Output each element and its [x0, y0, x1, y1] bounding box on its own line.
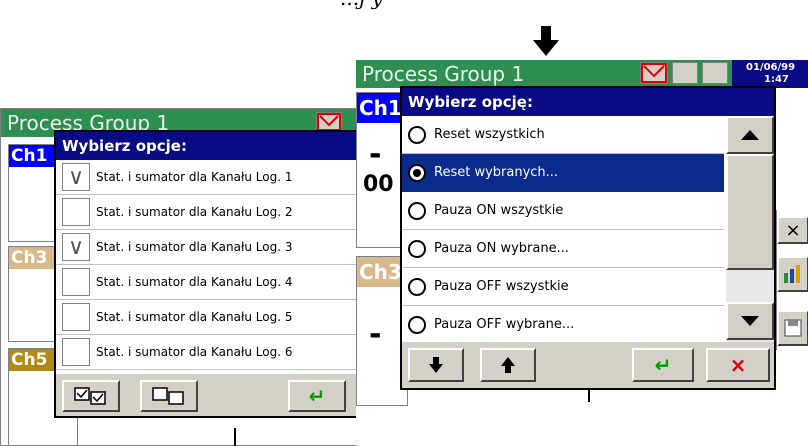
cancel-button[interactable]: ×	[706, 348, 770, 382]
list-item-label: Reset wybranych...	[434, 165, 559, 180]
status-button[interactable]	[702, 62, 728, 84]
right-dialog-button-bar: ↵ ×	[402, 342, 774, 388]
date-time-display: 01/06/99 1:47	[732, 60, 808, 88]
list-item[interactable]: Pauza ON wybrane...	[402, 230, 724, 268]
deselect-all-button[interactable]	[140, 380, 198, 412]
arrow-down-icon	[429, 357, 443, 373]
radio-button[interactable]	[408, 315, 426, 334]
status-button[interactable]	[672, 62, 698, 84]
list-item-label: Stat. i sumator dla Kanału Log. 6	[96, 345, 293, 359]
time-text: 1:47	[764, 74, 789, 85]
right-dialog-title: Wybierz opcję:	[402, 88, 774, 116]
radio-button[interactable]	[408, 125, 426, 144]
left-divider-line	[234, 428, 236, 446]
scroll-down-icon	[741, 316, 759, 326]
arrow-down-icon	[533, 26, 559, 56]
list-item-label: Stat. i sumator dla Kanału Log. 4	[96, 275, 293, 289]
list-item-label: Stat. i sumator dla Kanału Log. 1	[96, 170, 293, 184]
scroll-up-button[interactable]	[726, 116, 774, 154]
radio-button[interactable]	[408, 163, 426, 182]
right-options-dialog: Wybierz opcję: Reset wszystkich Reset wy…	[400, 86, 776, 390]
list-item[interactable]: Pauza ON wszystkie	[402, 192, 724, 230]
close-button[interactable]: ×	[777, 216, 808, 244]
alarm-icon[interactable]	[316, 112, 342, 132]
list-item-label: Pauza OFF wybrane...	[434, 317, 575, 332]
chart-icon[interactable]	[777, 256, 808, 292]
scroll-thumb[interactable]	[726, 154, 774, 270]
radio-button[interactable]	[408, 277, 426, 296]
checkbox[interactable]	[62, 338, 90, 366]
side-panel: ×	[776, 210, 808, 350]
move-up-button[interactable]	[480, 348, 536, 382]
enter-button[interactable]: ↵	[632, 348, 694, 382]
scroll-up-icon	[741, 130, 759, 140]
date-text: 01/06/99	[746, 62, 796, 73]
list-item[interactable]: Pauza OFF wybrane...	[402, 306, 724, 342]
deselect-all-icon	[152, 387, 184, 405]
list-item-label: Pauza ON wybrane...	[434, 241, 569, 256]
checkbox[interactable]: ∨	[62, 233, 90, 261]
radio-button[interactable]	[408, 239, 426, 258]
right-options-list: Reset wszystkich Reset wybranych... Pauz…	[402, 116, 774, 342]
list-item[interactable]: Pauza OFF wszystkie	[402, 268, 724, 306]
select-all-button[interactable]	[62, 380, 120, 412]
scrollbar[interactable]	[726, 116, 774, 342]
list-item-label: Pauza OFF wszystkie	[434, 279, 569, 294]
list-item-label: Stat. i sumator dla Kanału Log. 3	[96, 240, 293, 254]
list-item-label: Pauza ON wszystkie	[434, 203, 564, 218]
list-item-label: Reset wszystkich	[434, 127, 545, 142]
scroll-down-button[interactable]	[726, 302, 774, 340]
move-down-button[interactable]	[408, 348, 464, 382]
checkbox[interactable]: ∨	[62, 163, 90, 191]
list-item-label: Stat. i sumator dla Kanału Log. 5	[96, 310, 293, 324]
alarm-icon[interactable]	[640, 62, 668, 84]
checkbox[interactable]	[62, 268, 90, 296]
enter-button[interactable]: ↵	[288, 380, 346, 412]
list-item-label: Stat. i sumator dla Kanału Log. 2	[96, 205, 293, 219]
radio-button[interactable]	[408, 201, 426, 220]
list-item[interactable]: Reset wszystkich	[402, 116, 724, 154]
select-all-icon	[74, 387, 106, 405]
arrow-up-icon	[501, 357, 515, 373]
checkbox[interactable]	[62, 303, 90, 331]
disk-icon[interactable]	[777, 310, 808, 346]
checkbox[interactable]	[62, 198, 90, 226]
top-caption: ...j y	[340, 0, 383, 10]
list-item[interactable]: Reset wybranych...	[402, 154, 724, 192]
